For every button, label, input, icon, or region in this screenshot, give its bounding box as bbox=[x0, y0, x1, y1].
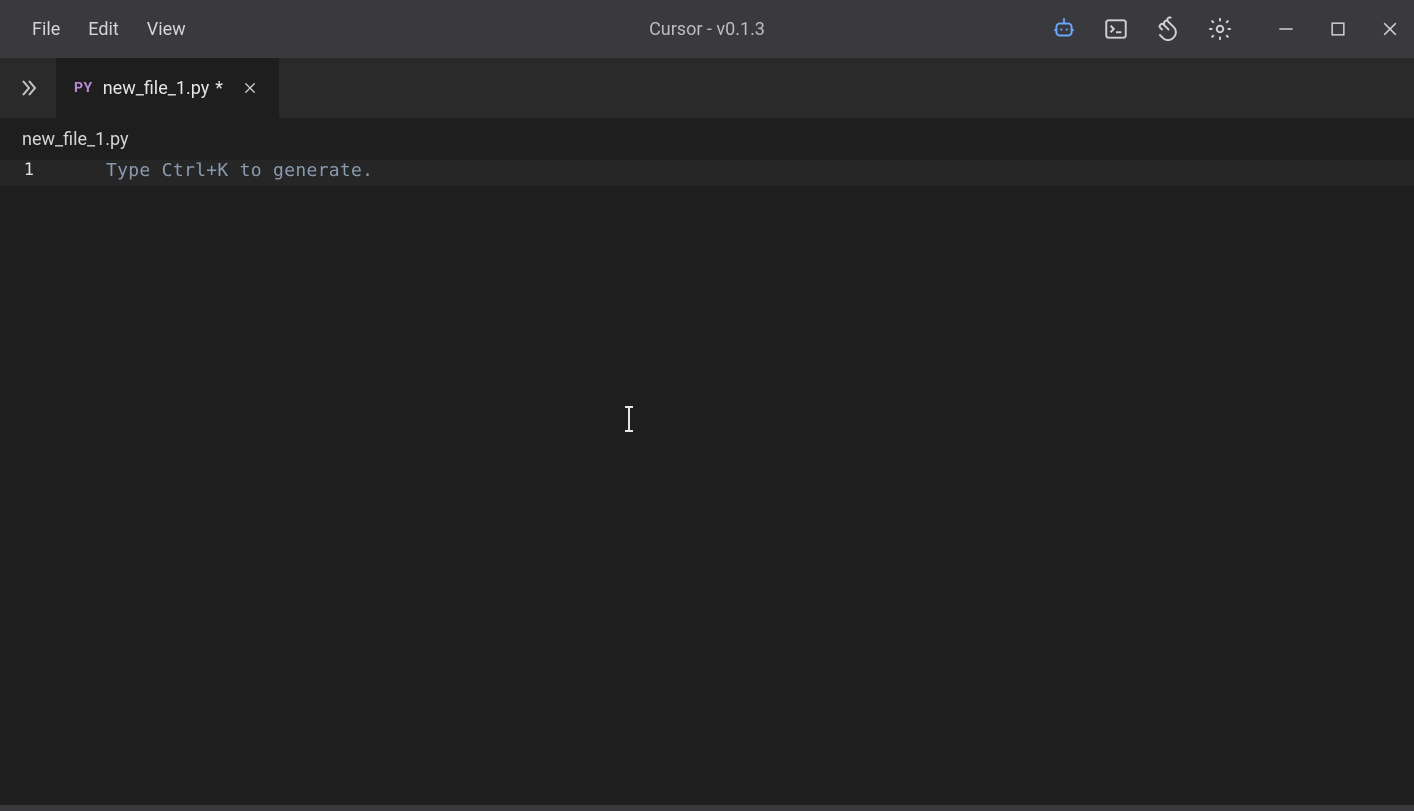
status-bar bbox=[0, 805, 1414, 811]
bot-icon[interactable] bbox=[1050, 15, 1078, 43]
tab-active[interactable]: PY new_file_1.py * bbox=[56, 58, 279, 118]
menu-edit[interactable]: Edit bbox=[74, 11, 132, 48]
window-controls bbox=[1272, 15, 1404, 43]
breadcrumb-path: new_file_1.py bbox=[22, 129, 129, 150]
editor-area[interactable]: 1 Type Ctrl+K to generate. bbox=[0, 160, 1414, 805]
placeholder-hint: Type Ctrl+K to generate. bbox=[52, 160, 373, 181]
menu-bar: File Edit View bbox=[18, 11, 200, 48]
chevrons-right-icon[interactable] bbox=[0, 58, 56, 118]
line-number: 1 bbox=[0, 160, 52, 180]
close-window-icon[interactable] bbox=[1376, 15, 1404, 43]
editor-line: 1 Type Ctrl+K to generate. bbox=[0, 160, 1414, 186]
menu-view[interactable]: View bbox=[133, 11, 200, 48]
text-cursor bbox=[628, 408, 630, 430]
titlebar: File Edit View Cursor - v0.1.3 bbox=[0, 0, 1414, 58]
titlebar-actions bbox=[1050, 15, 1404, 43]
filetype-badge: PY bbox=[74, 80, 93, 96]
tab-filename: new_file_1.py bbox=[103, 78, 210, 99]
tab-bar: PY new_file_1.py * bbox=[0, 58, 1414, 118]
maximize-icon[interactable] bbox=[1324, 15, 1352, 43]
minimize-icon[interactable] bbox=[1272, 15, 1300, 43]
menu-file[interactable]: File bbox=[18, 11, 74, 48]
close-tab-icon[interactable] bbox=[239, 77, 261, 99]
terminal-icon[interactable] bbox=[1102, 15, 1130, 43]
wave-hand-icon[interactable] bbox=[1154, 15, 1182, 43]
dirty-indicator: * bbox=[215, 78, 223, 99]
window-title: Cursor - v0.1.3 bbox=[649, 19, 765, 40]
gear-icon[interactable] bbox=[1206, 15, 1234, 43]
breadcrumb[interactable]: new_file_1.py bbox=[0, 118, 1414, 160]
